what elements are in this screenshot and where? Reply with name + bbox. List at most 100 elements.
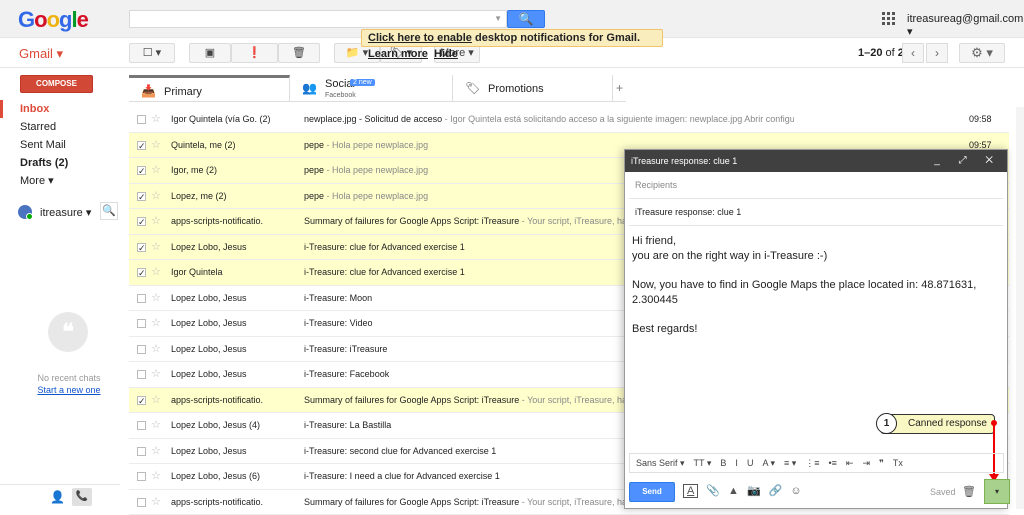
row-checkbox[interactable] — [137, 115, 146, 124]
callout-number: 1 — [876, 413, 897, 434]
star-icon[interactable]: ☆ — [151, 464, 161, 489]
star-icon[interactable]: ☆ — [151, 235, 161, 260]
google-logo[interactable]: Google — [18, 7, 88, 33]
prev-page-button[interactable]: ‹ — [902, 43, 924, 63]
sidebar-item-starred[interactable]: Starred — [0, 118, 120, 136]
sidebar-item-inbox[interactable]: Inbox — [0, 100, 120, 118]
recipients-field[interactable]: Recipients — [629, 172, 1003, 199]
row-sender: apps-scripts-notificatio. — [171, 490, 296, 515]
phone-icon[interactable]: 📞 — [72, 488, 92, 506]
tab-social[interactable]: 👥 Social 2 new Facebook — [290, 75, 453, 102]
row-checkbox[interactable] — [137, 345, 146, 354]
row-checkbox[interactable] — [137, 421, 146, 430]
compose-button[interactable]: COMPOSE — [20, 75, 93, 93]
select-button[interactable]: ☐ ▾ — [129, 43, 175, 63]
row-checkbox[interactable] — [137, 370, 146, 379]
format-item[interactable]: ⇥ — [862, 454, 870, 472]
star-icon[interactable]: ☆ — [151, 413, 161, 438]
send-button[interactable]: Send — [629, 482, 675, 502]
format-item[interactable]: B — [720, 454, 726, 472]
compose-header[interactable]: iTreasure response: clue 1 _ ⤢ ✕ — [625, 150, 1007, 172]
row-checkbox[interactable] — [137, 498, 146, 507]
gmail-menu[interactable]: Gmail ▾ — [19, 46, 63, 62]
search-people-icon[interactable]: 🔍 — [100, 202, 118, 220]
search-input[interactable]: ▼ — [129, 10, 507, 28]
star-icon[interactable]: ☆ — [151, 490, 161, 515]
format-item[interactable]: U — [747, 454, 754, 472]
search-options-icon[interactable]: ▼ — [494, 14, 502, 23]
sidebar-item-drafts[interactable]: Drafts (2) — [0, 154, 120, 172]
row-checkbox[interactable] — [137, 447, 146, 456]
logo-letter: G — [18, 7, 34, 33]
archive-button[interactable]: ▣ — [189, 43, 231, 63]
row-checkbox[interactable] — [137, 472, 146, 481]
drive-icon[interactable]: ▲ — [728, 485, 739, 497]
account-menu[interactable]: itreasureag@gmail.com ▾ — [907, 13, 1024, 38]
table-row[interactable]: ☆Igor Quintela (vía Go. (2)newplace.jpg … — [129, 107, 1009, 133]
format-item[interactable]: I — [735, 454, 738, 472]
account-caret-icon: ▾ — [907, 26, 913, 38]
discard-draft-icon[interactable]: 🗑 — [962, 485, 976, 498]
star-icon[interactable]: ☆ — [151, 286, 161, 311]
row-checkbox[interactable] — [137, 319, 146, 328]
star-icon[interactable]: ☆ — [151, 388, 161, 413]
star-icon[interactable]: ☆ — [151, 337, 161, 362]
sidebar-bottom-bar: 👤 📞 — [0, 484, 120, 509]
format-item[interactable]: A ▾ — [762, 454, 775, 472]
format-item[interactable]: ⇤ — [846, 454, 854, 472]
format-item[interactable]: ⋮≡ — [805, 454, 819, 472]
photo-icon[interactable]: 📷 — [747, 484, 761, 497]
row-checkbox[interactable] — [137, 294, 146, 303]
star-icon[interactable]: ☆ — [151, 209, 161, 234]
spam-button[interactable]: ❗ — [231, 43, 278, 63]
star-icon[interactable]: ☆ — [151, 158, 161, 183]
window-controls-icon[interactable]: _ ⤢ ✕ — [934, 150, 1001, 172]
chat-user[interactable]: itreasure ▾ 🔍 — [18, 202, 120, 222]
subject-field[interactable]: iTreasure response: clue 1 — [629, 199, 1003, 226]
formatting-toggle-icon[interactable]: A — [683, 484, 698, 498]
row-checkbox[interactable] — [137, 268, 146, 277]
scrollbar[interactable] — [1016, 107, 1024, 509]
enable-notifications-link[interactable]: Click here to enable — [368, 32, 472, 44]
settings-button[interactable]: ⚙ ▾ — [959, 43, 1005, 63]
sidebar-item-sent[interactable]: Sent Mail — [0, 136, 120, 154]
star-icon[interactable]: ☆ — [151, 133, 161, 158]
hide-link[interactable]: Hide — [434, 48, 458, 60]
search-button[interactable]: 🔍 — [507, 10, 545, 28]
row-checkbox[interactable] — [137, 192, 146, 201]
format-item[interactable]: Tx — [893, 454, 903, 472]
person-icon[interactable]: 👤 — [50, 490, 65, 504]
row-sender: apps-scripts-notificatio. — [171, 209, 296, 234]
row-checkbox[interactable] — [137, 396, 146, 405]
sidebar-item-more[interactable]: More ▾ — [0, 172, 120, 190]
delete-button[interactable]: 🗑 — [278, 43, 320, 63]
link-icon[interactable]: 🔗 — [769, 484, 783, 497]
star-icon[interactable]: ☆ — [151, 184, 161, 209]
message-body[interactable]: Hi friend, you are on the right way in i… — [632, 234, 1007, 351]
emoji-icon[interactable]: ☺ — [790, 485, 801, 497]
format-item[interactable]: ❞ — [879, 454, 884, 472]
star-icon[interactable]: ☆ — [151, 260, 161, 285]
format-item[interactable]: TT ▾ — [694, 454, 712, 472]
star-icon[interactable]: ☆ — [151, 439, 161, 464]
star-icon[interactable]: ☆ — [151, 311, 161, 336]
attach-icon[interactable]: 📎 — [706, 484, 720, 497]
apps-grid-icon[interactable] — [882, 12, 895, 25]
format-item[interactable]: ≡ ▾ — [784, 454, 796, 472]
row-checkbox[interactable] — [137, 243, 146, 252]
row-checkbox[interactable] — [137, 166, 146, 175]
learn-more-link[interactable]: Learn more — [368, 48, 428, 60]
star-icon[interactable]: ☆ — [151, 107, 161, 132]
tab-primary[interactable]: 📥 Primary — [129, 75, 290, 102]
add-tab-button[interactable]: + — [613, 75, 626, 102]
start-new-chat-link[interactable]: Start a new one — [0, 385, 138, 395]
format-item[interactable]: •≡ — [829, 454, 837, 472]
more-options-button[interactable]: ▾ — [984, 479, 1010, 504]
row-checkbox[interactable] — [137, 141, 146, 150]
star-icon[interactable]: ☆ — [151, 362, 161, 387]
tab-promotions[interactable]: 🏷 Promotions — [453, 75, 613, 102]
format-item[interactable]: Sans Serif ▾ — [636, 454, 685, 472]
row-checkbox[interactable] — [137, 217, 146, 226]
row-sender: Lopez Lobo, Jesus — [171, 439, 296, 464]
next-page-button[interactable]: › — [926, 43, 948, 63]
